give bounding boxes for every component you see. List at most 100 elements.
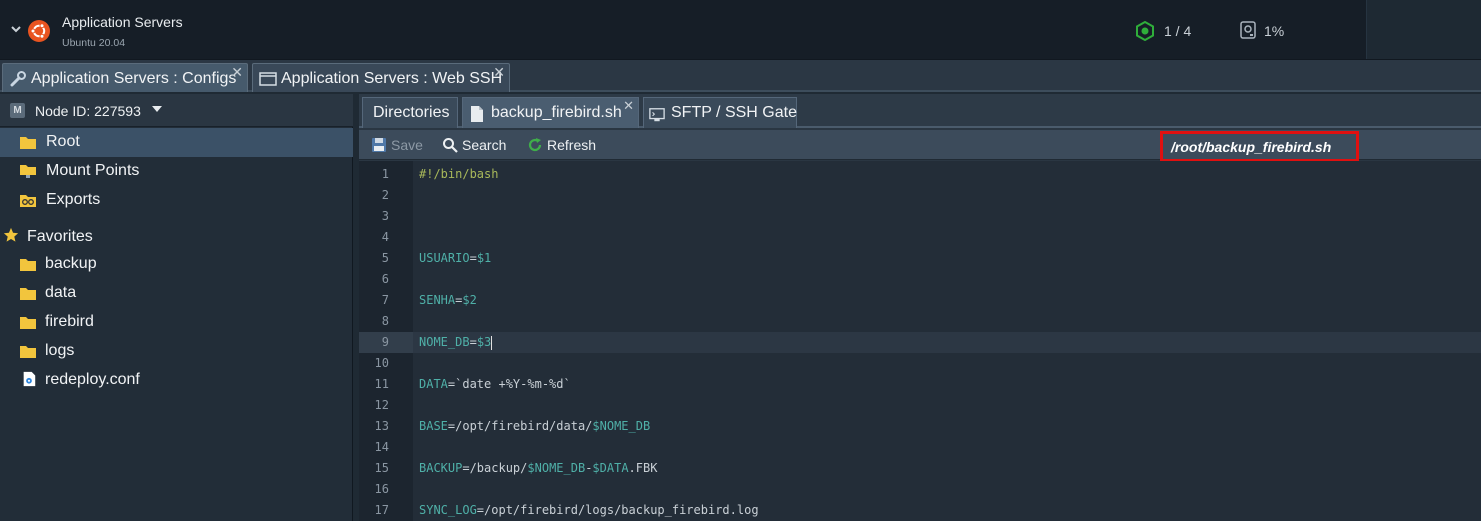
- environment-os: Ubuntu 20.04: [62, 37, 126, 49]
- line-number: 4: [381, 230, 389, 244]
- line-text: BASE=/opt/firebird/data/$NOME_DB: [419, 416, 650, 437]
- folder-icon: [20, 317, 36, 329]
- save-button[interactable]: Save: [371, 136, 441, 154]
- code-line[interactable]: 14: [359, 437, 1481, 458]
- code-line[interactable]: 17 SYNC_LOG=/opt/firebird/logs/backup_fir…: [359, 500, 1481, 521]
- search-button[interactable]: Search: [442, 136, 522, 154]
- tab-directories[interactable]: Directories: [362, 97, 458, 128]
- refresh-button[interactable]: Refresh: [527, 136, 617, 154]
- line-text: DATA=`date +%Y-%m-%d`: [419, 374, 571, 395]
- star-icon: [3, 227, 19, 242]
- close-icon[interactable]: ✕: [623, 99, 634, 112]
- tree-item-root[interactable]: Root: [0, 128, 353, 157]
- node-icon: M: [10, 103, 25, 118]
- code-line[interactable]: 4: [359, 227, 1481, 248]
- disk-usage: 1%: [1264, 23, 1285, 39]
- tree-item-label: backup: [45, 255, 97, 272]
- code-token: $2: [462, 293, 477, 307]
- exports-folder-icon: [20, 195, 36, 207]
- disk-icon: [1240, 21, 1256, 39]
- line-number: 16: [374, 482, 389, 496]
- editor-panel: Directories backup_firebird.sh ✕ SFTP / …: [359, 94, 1481, 521]
- text-cursor: [491, 335, 493, 350]
- line-number: 13: [374, 419, 389, 433]
- close-icon[interactable]: ✕: [231, 65, 243, 79]
- tree-group-favorites[interactable]: Favorites: [0, 223, 353, 252]
- line-number: 17: [374, 503, 389, 517]
- code-line[interactable]: 15 BACKUP=/backup/$NOME_DB-$DATA.FBK: [359, 458, 1481, 479]
- tree-item-label: Exports: [46, 191, 101, 208]
- nodes-count: 1 / 4: [1164, 23, 1192, 39]
- code-token: .FBK: [628, 461, 658, 475]
- code-line[interactable]: 5 USUARIO=$1: [359, 248, 1481, 269]
- code-line[interactable]: 7 SENHA=$2: [359, 290, 1481, 311]
- code-line[interactable]: 13 BASE=/opt/firebird/data/$NOME_DB: [359, 416, 1481, 437]
- folder-icon: [20, 288, 36, 300]
- line-text: BACKUP=/backup/$NOME_DB-$DATA.FBK: [419, 458, 657, 479]
- code-line[interactable]: 6: [359, 269, 1481, 290]
- code-token: =: [469, 251, 477, 265]
- close-icon[interactable]: ✕: [493, 65, 505, 79]
- tree-item-data[interactable]: data: [0, 279, 353, 308]
- tree-item-label: firebird: [45, 313, 94, 330]
- code-line[interactable]: 3: [359, 206, 1481, 227]
- nodes-hexagon-icon: [1136, 21, 1154, 41]
- tab-web-ssh-label: Application Servers : Web SSH: [281, 70, 503, 87]
- tab-backup-firebird-label: backup_firebird.sh: [491, 104, 622, 121]
- environment-panel[interactable]: Application Servers Ubuntu 20.04 1 / 4 1…: [0, 0, 1366, 59]
- monitor-icon: [649, 108, 665, 122]
- tree-item-firebird[interactable]: firebird: [0, 308, 353, 337]
- save-label: Save: [391, 137, 423, 153]
- code-token: SYNC_LOG: [419, 503, 477, 517]
- node-id-label: Node ID: 227593: [35, 103, 141, 119]
- tree-item-backup[interactable]: backup: [0, 250, 353, 279]
- ubuntu-logo-icon: [28, 20, 50, 42]
- line-number: 14: [374, 440, 389, 454]
- tree-item-label: data: [45, 284, 77, 301]
- tree-item-mount-points[interactable]: Mount Points: [0, 157, 353, 186]
- code-token: $3: [476, 335, 492, 349]
- code-token: =: [469, 335, 477, 349]
- code-token: =`date +%Y-%m-%d`: [447, 377, 571, 391]
- file-tree-panel: M Node ID: 227593 Root Mount Points Expo…: [0, 94, 353, 521]
- code-editor[interactable]: 1 #!/bin/bash 2 3 4 5 USUARIO=$1 6 7 SENHA=$2 8 9 NO…: [359, 161, 1481, 521]
- line-text: USUARIO=$1: [419, 248, 491, 269]
- tree-item-label: logs: [45, 342, 75, 359]
- node-selector[interactable]: M Node ID: 227593: [0, 94, 353, 127]
- code-line[interactable]: 1 #!/bin/bash: [359, 164, 1481, 185]
- code-token: =/backup/: [462, 461, 528, 475]
- code-line[interactable]: 12: [359, 395, 1481, 416]
- tree-group-label: Favorites: [27, 228, 93, 245]
- tree-item-exports[interactable]: Exports: [0, 186, 353, 215]
- caret-down-icon[interactable]: [152, 106, 162, 112]
- main-tab-bar: Application Servers : Configs ✕ Applicat…: [0, 60, 1481, 92]
- tab-backup-firebird[interactable]: backup_firebird.sh ✕: [462, 97, 639, 128]
- tree-item-redeploy-conf[interactable]: redeploy.conf: [0, 366, 353, 395]
- code-line[interactable]: 11 DATA=`date +%Y-%m-%d`: [359, 374, 1481, 395]
- tab-sftp-ssh-gate[interactable]: SFTP / SSH Gate: [643, 97, 797, 128]
- mount-folder-icon: [20, 165, 36, 178]
- tab-configs[interactable]: Application Servers : Configs ✕: [2, 63, 248, 92]
- code-line[interactable]: 8: [359, 311, 1481, 332]
- code-line[interactable]: 10: [359, 353, 1481, 374]
- floppy-disk-icon: [372, 138, 386, 152]
- tab-web-ssh[interactable]: Application Servers : Web SSH ✕: [252, 63, 510, 92]
- sub-tab-bar: Directories backup_firebird.sh ✕ SFTP / …: [359, 94, 1481, 128]
- tree-item-logs[interactable]: logs: [0, 337, 353, 366]
- file-path-label: /root/backup_firebird.sh: [1171, 139, 1332, 155]
- chevron-down-icon[interactable]: [9, 22, 23, 36]
- code-line[interactable]: 2: [359, 185, 1481, 206]
- line-number: 2: [381, 188, 389, 202]
- code-line[interactable]: 9 NOME_DB=$3: [359, 332, 1481, 353]
- line-number: 12: [374, 398, 389, 412]
- tree-item-label: Mount Points: [46, 162, 140, 179]
- code-token: BASE: [419, 419, 448, 433]
- code-line[interactable]: 16: [359, 479, 1481, 500]
- line-number: 1: [381, 167, 389, 181]
- code-token: DATA: [419, 377, 448, 391]
- environment-title[interactable]: Application Servers: [62, 14, 183, 30]
- tree-item-label: Root: [46, 133, 80, 150]
- code-token: $1: [476, 251, 492, 265]
- code-token: BACKUP: [419, 461, 463, 475]
- code-token: #!/bin/bash: [419, 167, 499, 181]
